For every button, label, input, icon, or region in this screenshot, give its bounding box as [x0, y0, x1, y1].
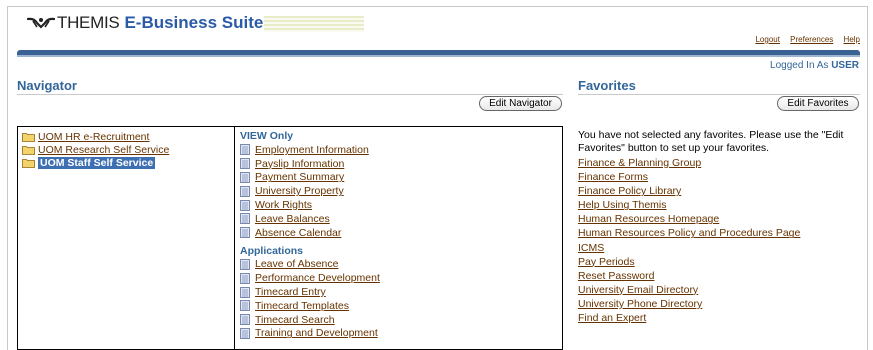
logged-in-status: Logged In As USER — [770, 60, 859, 71]
document-icon — [240, 227, 250, 239]
preferences-link[interactable]: Preferences — [790, 35, 833, 44]
favorite-link[interactable]: Find an Expert — [578, 311, 800, 325]
document-icon — [240, 158, 250, 170]
global-links: Logout Preferences Help — [747, 35, 860, 44]
function-item[interactable]: Leave Balances — [240, 212, 562, 226]
document-icon — [240, 272, 250, 284]
themis-scales-icon — [27, 17, 55, 29]
function-link[interactable]: Timecard Templates — [255, 300, 349, 312]
function-link[interactable]: Employment Information — [255, 144, 369, 156]
favorite-link[interactable]: ICMS — [578, 241, 800, 255]
function-item[interactable]: Timecard Templates — [240, 299, 562, 313]
document-icon — [240, 328, 250, 339]
favorites-title: Favorites — [578, 78, 636, 93]
document-icon — [240, 314, 250, 326]
folder-icon — [22, 158, 35, 168]
header-bar-shadow — [17, 55, 860, 57]
function-link[interactable]: Leave Balances — [255, 213, 330, 225]
brand-logo: THEMIS E-Business Suite — [27, 13, 365, 33]
folder-icon — [22, 145, 35, 155]
function-link[interactable]: Timecard Search — [255, 314, 335, 326]
document-icon — [240, 185, 250, 197]
navigator-title: Navigator — [17, 78, 77, 93]
responsibility-item[interactable]: UOM HR e-Recruitment — [18, 130, 234, 143]
favorite-link[interactable]: Finance Policy Library — [578, 184, 800, 198]
help-link[interactable]: Help — [844, 35, 860, 44]
function-link[interactable]: Absence Calendar — [255, 227, 341, 239]
responsibility-link[interactable]: UOM HR e-Recruitment — [38, 131, 149, 143]
favorite-link[interactable]: Reset Password — [578, 269, 800, 283]
applications-heading: Applications — [240, 244, 304, 257]
favorite-link[interactable]: Help Using Themis — [578, 198, 800, 212]
function-item[interactable]: Work Rights — [240, 198, 562, 212]
responsibility-item[interactable]: UOM Research Self Service — [18, 143, 234, 156]
function-item[interactable]: Payment Summary — [240, 171, 562, 185]
document-icon — [240, 286, 250, 298]
document-icon — [240, 300, 250, 312]
function-item[interactable]: Performance Development — [240, 271, 562, 285]
favorite-link[interactable]: Human Resources Homepage — [578, 212, 800, 226]
function-item[interactable]: Leave of Absence — [240, 258, 562, 272]
brand-stripes — [264, 16, 365, 32]
view-only-heading: VIEW Only — [240, 130, 294, 142]
function-item[interactable]: Training and Development — [240, 327, 562, 341]
logged-in-prefix: Logged In As — [770, 60, 829, 71]
edit-favorites-button[interactable]: Edit Favorites — [777, 96, 859, 111]
responsibility-link[interactable]: UOM Research Self Service — [38, 144, 169, 156]
logged-in-user: USER — [831, 60, 859, 71]
brand-suite: E-Business Suite — [124, 13, 264, 32]
view-only-list: Employment Information Payslip Informatio… — [240, 143, 562, 240]
favorite-link[interactable]: University Phone Directory — [578, 297, 800, 311]
function-link[interactable]: University Property — [255, 185, 344, 197]
function-link[interactable]: Performance Development — [255, 272, 380, 284]
function-link[interactable]: Training and Development — [255, 327, 378, 339]
function-item[interactable]: Timecard Entry — [240, 285, 562, 299]
edit-navigator-button[interactable]: Edit Navigator — [479, 96, 562, 111]
brand-name: THEMIS — [57, 13, 120, 32]
favorites-list: Finance & Planning Group Finance Forms Fin… — [578, 156, 800, 325]
favorites-rule — [578, 94, 860, 95]
navigator-rule — [17, 94, 563, 95]
function-link[interactable]: Leave of Absence — [255, 258, 338, 270]
document-icon — [240, 199, 250, 211]
function-link[interactable]: Payslip Information — [255, 158, 344, 170]
function-item[interactable]: Timecard Search — [240, 313, 562, 327]
favorite-link[interactable]: Finance Forms — [578, 170, 800, 184]
document-icon — [240, 144, 250, 156]
function-item[interactable]: Absence Calendar — [240, 226, 562, 240]
favorite-link[interactable]: Pay Periods — [578, 255, 800, 269]
document-icon — [240, 259, 250, 270]
document-icon — [240, 172, 250, 183]
favorite-link[interactable]: Human Resources Policy and Procedures Pa… — [578, 226, 800, 240]
folder-icon — [22, 132, 35, 142]
function-link[interactable]: Work Rights — [255, 199, 312, 211]
functions-panel: VIEW Only Employment Information Payslip … — [234, 126, 563, 350]
favorite-link[interactable]: University Email Directory — [578, 283, 800, 297]
responsibility-label[interactable]: UOM Staff Self Service — [38, 156, 156, 169]
logout-link[interactable]: Logout — [755, 35, 779, 44]
document-icon — [240, 213, 250, 225]
function-link[interactable]: Payment Summary — [255, 171, 344, 183]
function-link[interactable]: Timecard Entry — [255, 286, 326, 298]
function-item[interactable]: Employment Information — [240, 143, 562, 157]
function-item[interactable]: Payslip Information — [240, 157, 562, 171]
responsibility-item-selected[interactable]: UOM Staff Self Service — [18, 156, 234, 169]
favorite-link[interactable]: Finance & Planning Group — [578, 156, 800, 170]
favorites-message: You have not selected any favorites. Ple… — [578, 129, 844, 154]
function-item[interactable]: University Property — [240, 184, 562, 198]
responsibilities-panel: UOM HR e-Recruitment UOM Research Self S… — [17, 126, 235, 350]
applications-list: Leave of Absence Performance Development T… — [240, 258, 562, 341]
